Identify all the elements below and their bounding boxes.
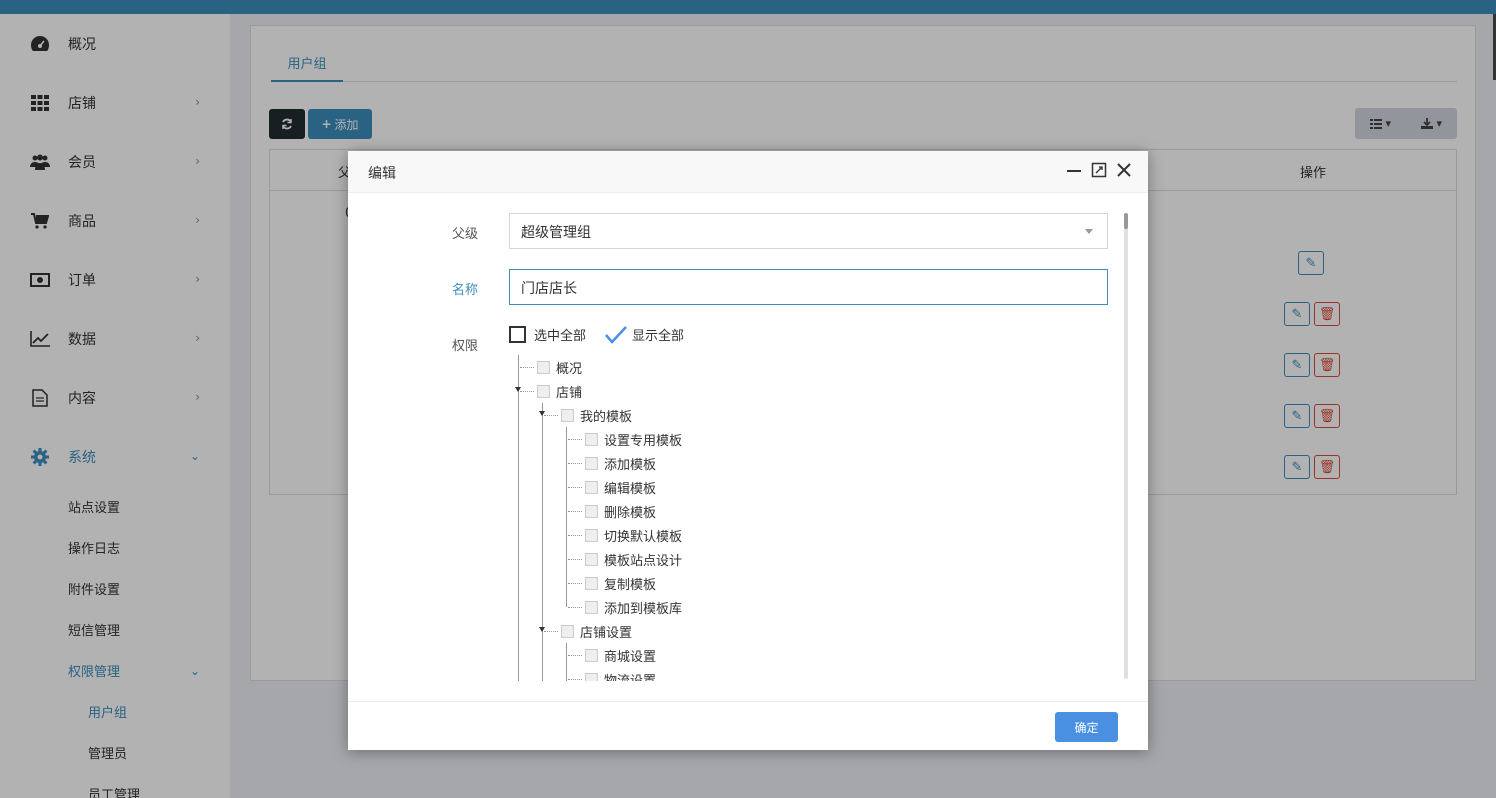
close-icon[interactable] [1116, 162, 1132, 178]
tree-node[interactable]: 店铺 [537, 379, 582, 403]
tree-node[interactable]: 复制模板 [585, 571, 656, 595]
dialog-body: 父级 超级管理组 名称 门店店长 权限 选中全部 显示全部 概况 店铺 我的模板… [348, 193, 1148, 681]
tree-node[interactable]: 切换默认模板 [585, 523, 682, 547]
tree-node[interactable]: 设置专用模板 [585, 427, 682, 451]
select-all-label[interactable]: 选中全部 [534, 325, 586, 344]
tree-node[interactable]: 我的模板 [561, 403, 632, 427]
check-icon[interactable] [604, 325, 628, 344]
tree-checkbox[interactable] [585, 528, 598, 542]
tree-checkbox[interactable] [585, 456, 598, 470]
tree-node[interactable]: 添加到模板库 [585, 595, 682, 619]
tree-checkbox[interactable] [561, 408, 574, 422]
permission-controls: 选中全部 显示全部 [509, 325, 684, 344]
permission-label: 权限 [452, 339, 479, 354]
name-label: 名称 [452, 283, 479, 298]
parent-select-value: 超级管理组 [521, 225, 591, 241]
tree-toggle-icon[interactable] [539, 627, 545, 632]
parent-label: 父级 [452, 227, 479, 242]
tree-checkbox[interactable] [561, 624, 574, 638]
dialog-header: 编辑 [348, 151, 1148, 193]
tree-checkbox[interactable] [585, 480, 598, 494]
tree-checkbox[interactable] [585, 504, 598, 518]
tree-toggle-icon[interactable] [515, 387, 521, 392]
tree-checkbox[interactable] [585, 432, 598, 446]
tree-node[interactable]: 物流设置 [585, 667, 656, 681]
dialog-scrollbar[interactable] [1124, 213, 1128, 679]
select-all-checkbox[interactable] [509, 326, 526, 343]
confirm-button[interactable]: 确定 [1055, 712, 1118, 742]
tree-node[interactable]: 概况 [537, 355, 582, 379]
tree-node[interactable]: 添加模板 [585, 451, 656, 475]
maximize-icon[interactable] [1091, 162, 1107, 178]
dialog-footer: 确定 [348, 701, 1148, 750]
name-input[interactable]: 门店店长 [509, 269, 1108, 305]
tree-checkbox[interactable] [585, 552, 598, 566]
tree-checkbox[interactable] [585, 576, 598, 590]
tree-node[interactable]: 商城设置 [585, 643, 656, 667]
tree-toggle-icon[interactable] [539, 411, 545, 416]
tree-checkbox[interactable] [585, 648, 598, 662]
caret-down-icon [1085, 229, 1093, 234]
tree-node[interactable]: 模板站点设计 [585, 547, 682, 571]
name-input-value: 门店店长 [521, 281, 577, 297]
edit-dialog: 编辑 父级 超级管理组 名称 门店店长 权限 选中全部 显示全部 概况 店铺 我… [348, 151, 1148, 750]
dialog-controls [1066, 162, 1132, 178]
tree-node[interactable]: 删除模板 [585, 499, 656, 523]
show-all-label[interactable]: 显示全部 [632, 325, 684, 344]
parent-select[interactable]: 超级管理组 [509, 213, 1108, 249]
tree-checkbox[interactable] [585, 672, 598, 681]
tree-checkbox[interactable] [537, 384, 550, 398]
tree-node[interactable]: 编辑模板 [585, 475, 656, 499]
permission-tree: 概况 店铺 我的模板 设置专用模板 添加模板 编辑模板 删除模板 切换默认模板 … [515, 355, 1098, 681]
tree-checkbox[interactable] [537, 360, 550, 374]
tree-node[interactable]: 店铺设置 [561, 619, 632, 643]
dialog-title: 编辑 [368, 166, 396, 182]
minimize-icon[interactable] [1066, 162, 1082, 178]
tree-checkbox[interactable] [585, 600, 598, 614]
scrollbar-thumb[interactable] [1124, 213, 1128, 229]
